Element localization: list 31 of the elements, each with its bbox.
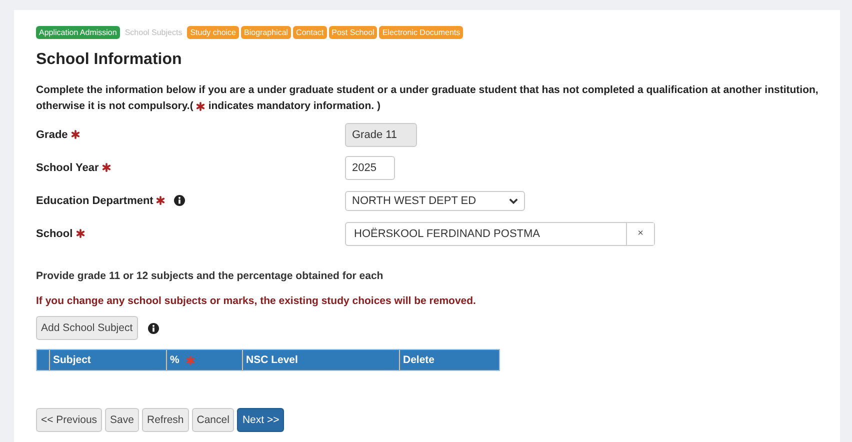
asterisk-icon bbox=[76, 228, 85, 238]
hint-text: Provide grade 11 or 12 subjects and the percentage obtained for each bbox=[36, 270, 384, 282]
column-header: % bbox=[166, 350, 242, 370]
instructions-text: Complete the information below if you are a under graduate student or a under graduate student that has not completed a qualification at another institution, otherwise it is not compulsory.( indicates mandatory information. ) bbox=[36, 83, 820, 114]
field-label: Education Department bbox=[36, 194, 154, 206]
info-icon[interactable] bbox=[148, 322, 159, 334]
asterisk-icon bbox=[70, 130, 80, 139]
nav-button[interactable]: << Previous bbox=[36, 408, 102, 432]
nav-button[interactable]: Cancel bbox=[192, 408, 234, 432]
asterisk-icon bbox=[156, 196, 166, 205]
column-header: Subject bbox=[49, 350, 166, 370]
asterisk-icon bbox=[186, 356, 196, 364]
column-header: Delete bbox=[399, 350, 499, 370]
dropdown[interactable]: NORTH WEST DEPT ED bbox=[345, 190, 525, 210]
add-subject-button[interactable]: Add School Subject bbox=[36, 316, 138, 340]
column-header: NSC Level bbox=[242, 350, 399, 370]
field-label: School bbox=[36, 228, 73, 240]
asterisk-icon bbox=[102, 162, 111, 172]
warning-text: If you change any school subjects or marks, the existing study choices will be removed. bbox=[36, 295, 477, 307]
info-icon[interactable] bbox=[174, 195, 186, 206]
chevron-icon bbox=[509, 198, 518, 204]
field-label: Grade bbox=[36, 128, 68, 140]
field-label: School Year bbox=[36, 162, 99, 174]
nav-button[interactable]: Next >> bbox=[237, 408, 284, 432]
nav-button[interactable]: Save bbox=[105, 408, 139, 432]
combo-field[interactable]: HOËRSKOOL FERDINAND POSTMA × bbox=[345, 222, 655, 246]
nav-button[interactable]: Refresh bbox=[142, 408, 189, 432]
page-heading: School Information bbox=[36, 51, 183, 69]
asterisk-icon bbox=[196, 102, 206, 111]
input-field[interactable]: 2025 bbox=[345, 156, 395, 180]
clear-button[interactable]: × bbox=[626, 222, 654, 244]
